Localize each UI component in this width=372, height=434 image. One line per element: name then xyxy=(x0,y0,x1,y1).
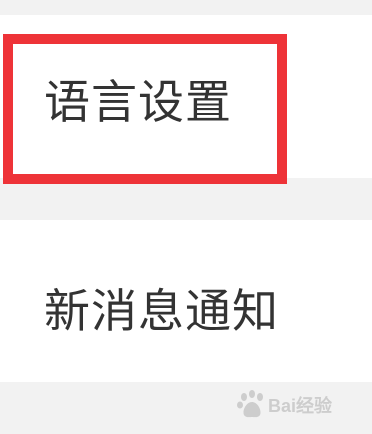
settings-item-language[interactable]: 语言设置 xyxy=(0,15,372,178)
settings-item-label: 新消息通知 xyxy=(44,284,279,338)
settings-item-new-message-notification[interactable]: 新消息通知 xyxy=(0,220,372,382)
svg-text:Bai经验: Bai经验 xyxy=(268,395,333,416)
baidu-jingyan-watermark-logo: Bai经验 xyxy=(232,384,352,424)
settings-item-label: 语言设置 xyxy=(44,75,232,129)
